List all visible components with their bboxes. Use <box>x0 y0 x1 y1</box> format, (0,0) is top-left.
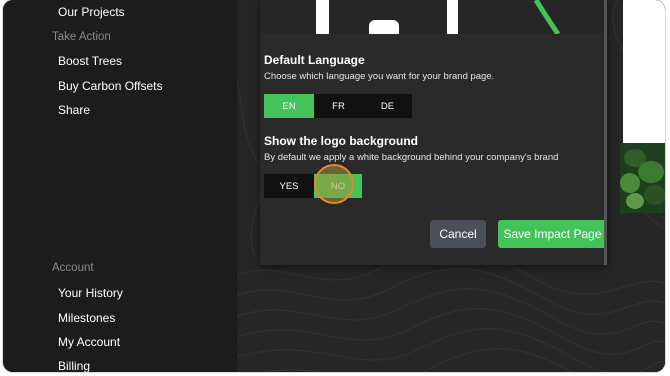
thumbnail-divider <box>447 0 458 34</box>
logo-background-description: By default we apply a white background b… <box>264 152 559 163</box>
thumbnail[interactable] <box>329 0 447 34</box>
logo-bg-option-yes[interactable]: YES <box>264 174 314 198</box>
logo-bg-option-no[interactable]: NO <box>314 174 362 198</box>
impact-page-settings-modal: Default Language Choose which language y… <box>260 0 607 265</box>
sidebar-item-billing[interactable]: Billing <box>58 359 90 372</box>
sidebar-item-buy-carbon-offsets[interactable]: Buy Carbon Offsets <box>58 79 163 93</box>
thumbnail-divider <box>316 0 329 34</box>
sidebar-section-account: Account <box>52 262 94 274</box>
modal-scrollbar[interactable] <box>604 0 607 265</box>
app-window: Our Projects Take Action Boost Trees Buy… <box>3 0 665 372</box>
default-language-description: Choose which language you want for your … <box>264 71 495 82</box>
sidebar: Our Projects Take Action Boost Trees Buy… <box>3 0 237 372</box>
preview-panel <box>623 0 665 143</box>
cancel-button[interactable]: Cancel <box>430 220 486 248</box>
thumbnail[interactable] <box>458 0 604 34</box>
sidebar-item-my-account[interactable]: My Account <box>58 335 120 349</box>
logo-background-title: Show the logo background <box>264 134 418 148</box>
sidebar-item-boost-trees[interactable]: Boost Trees <box>58 54 122 68</box>
forest-image <box>620 143 665 213</box>
default-language-title: Default Language <box>264 53 365 67</box>
thumbnail[interactable] <box>260 0 316 34</box>
sidebar-section-take-action: Take Action <box>52 31 111 43</box>
save-impact-page-button[interactable]: Save Impact Page <box>498 220 607 248</box>
language-option-en[interactable]: EN <box>264 94 314 118</box>
sidebar-item-your-history[interactable]: Your History <box>58 286 123 300</box>
sidebar-item-share[interactable]: Share <box>58 103 90 117</box>
layout-thumbnails <box>260 0 607 34</box>
language-option-de[interactable]: DE <box>363 94 412 118</box>
sidebar-item-our-projects[interactable]: Our Projects <box>58 5 125 19</box>
green-swoosh-icon <box>533 0 561 34</box>
phone-icon <box>369 20 399 34</box>
language-option-fr[interactable]: FR <box>314 94 363 118</box>
sidebar-item-milestones[interactable]: Milestones <box>58 311 115 325</box>
